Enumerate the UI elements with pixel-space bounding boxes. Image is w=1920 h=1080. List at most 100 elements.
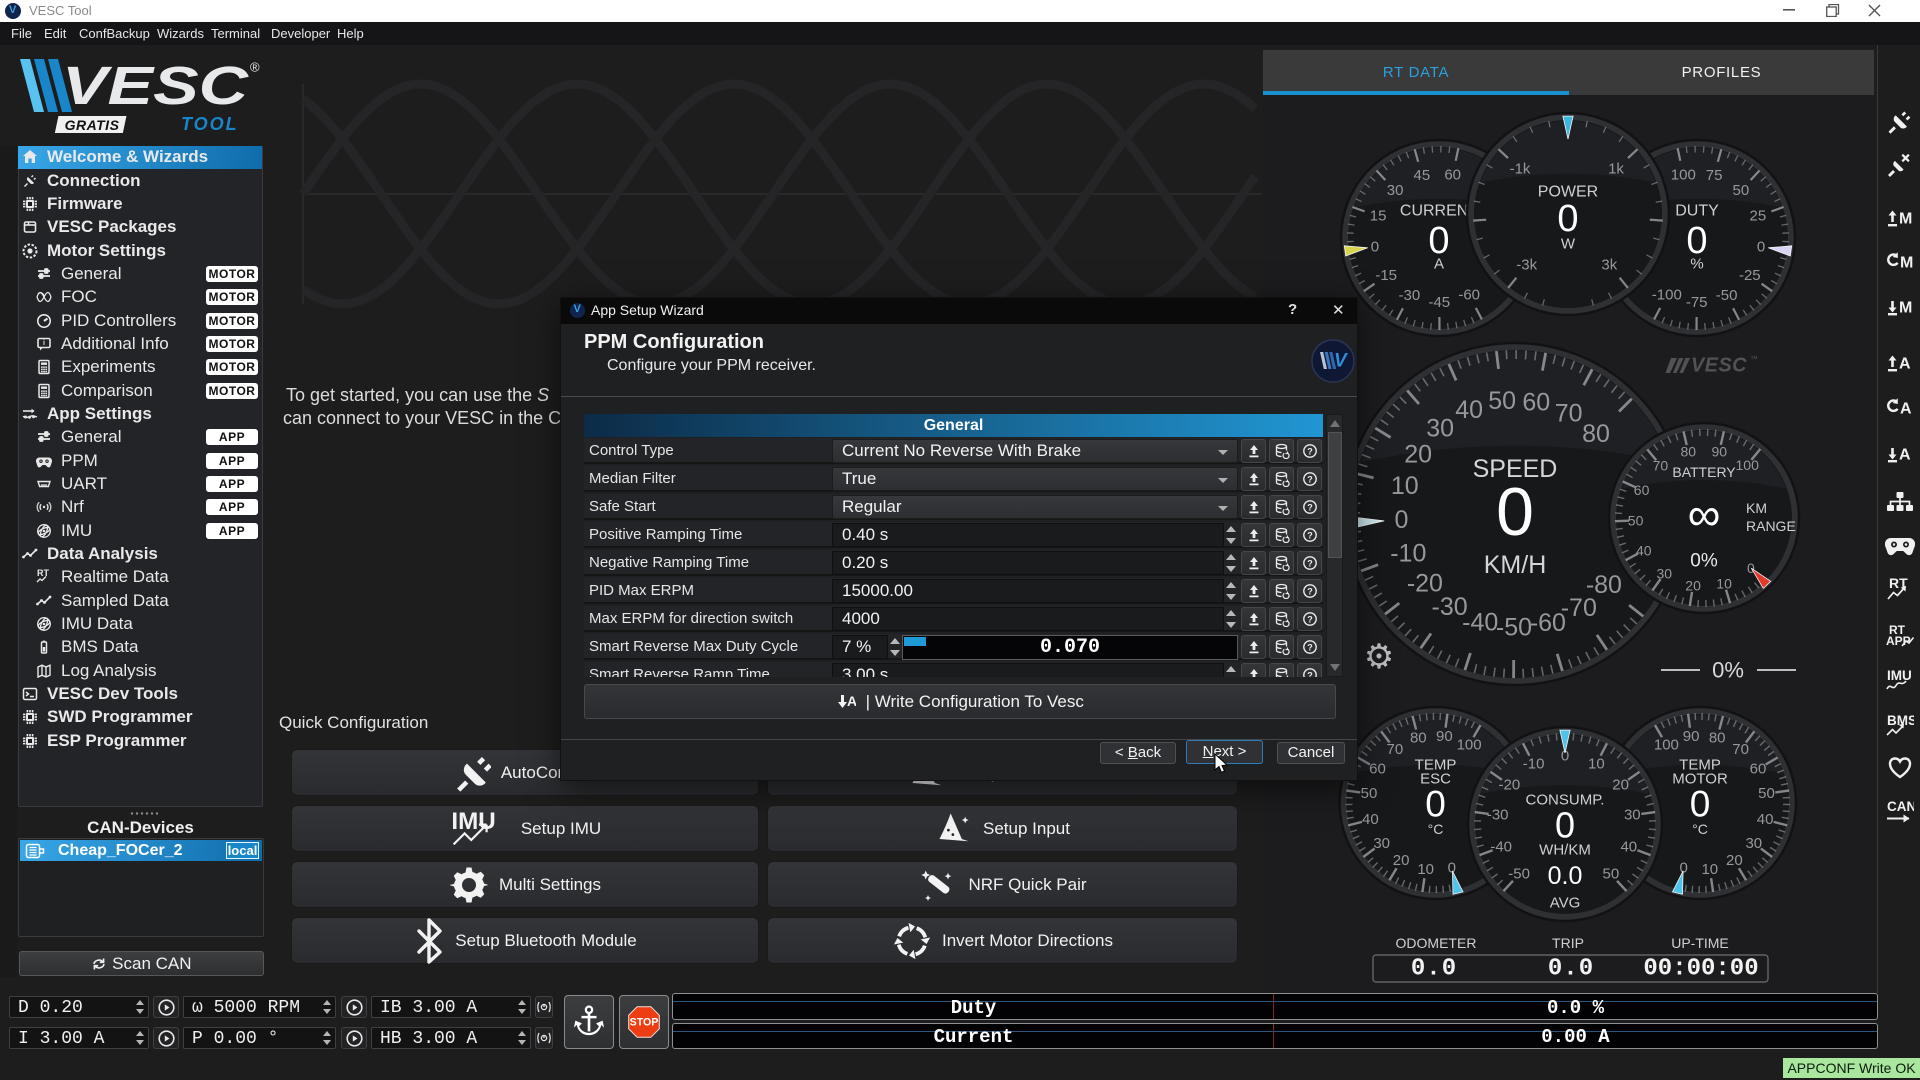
svg-text:45: 45 — [1414, 167, 1431, 184]
svg-text:-10: -10 — [1390, 540, 1426, 568]
svg-text:-60: -60 — [1458, 287, 1480, 304]
svg-text:-50: -50 — [1508, 866, 1530, 883]
svg-text:0: 0 — [1557, 198, 1578, 240]
svg-text:100: 100 — [1654, 736, 1679, 753]
svg-text:75: 75 — [1706, 167, 1723, 184]
svg-text:-20: -20 — [1407, 569, 1443, 597]
svg-text:0.0: 0.0 — [1411, 956, 1457, 983]
svg-text:?: ? — [1307, 643, 1313, 653]
svg-text:?: ? — [1307, 475, 1313, 485]
svg-text:50: 50 — [1733, 182, 1750, 199]
svg-text:40: 40 — [1362, 811, 1379, 828]
svg-text:70: 70 — [1387, 741, 1404, 758]
svg-text:0: 0 — [1747, 560, 1755, 576]
svg-text:-30: -30 — [1487, 807, 1509, 824]
svg-text:-10: -10 — [1523, 755, 1545, 772]
svg-text:IMU: IMU — [1887, 669, 1912, 683]
svg-text:-1k: -1k — [1510, 161, 1531, 178]
svg-text:70: 70 — [1653, 457, 1669, 473]
svg-text:90: 90 — [1683, 728, 1700, 745]
svg-text:AVG: AVG — [1550, 895, 1581, 912]
svg-text:100: 100 — [1736, 457, 1760, 473]
svg-text:GRATIS: GRATIS — [65, 117, 120, 133]
svg-text:20: 20 — [1685, 578, 1701, 594]
svg-text:30: 30 — [1426, 414, 1454, 442]
svg-text:20: 20 — [1404, 440, 1432, 468]
svg-text:0: 0 — [1371, 238, 1379, 255]
svg-text:-60: -60 — [1530, 609, 1566, 637]
svg-text:∞: ∞ — [1688, 488, 1721, 540]
svg-text:-100: -100 — [1652, 287, 1682, 304]
svg-text:0.0: 0.0 — [1548, 956, 1594, 983]
svg-text:KM/H: KM/H — [1484, 551, 1547, 579]
svg-text:A: A — [847, 693, 856, 709]
svg-text:80: 80 — [1681, 443, 1697, 459]
svg-text:0: 0 — [1394, 506, 1408, 534]
svg-text:0.0: 0.0 — [1548, 862, 1583, 890]
svg-text:30: 30 — [1373, 835, 1390, 852]
svg-text:25: 25 — [1750, 208, 1767, 225]
svg-text:40: 40 — [1636, 542, 1652, 558]
svg-text:-40: -40 — [1490, 839, 1512, 856]
svg-text:-45: -45 — [1428, 294, 1450, 311]
svg-text:0%: 0% — [1690, 551, 1718, 572]
svg-text:1k: 1k — [1608, 161, 1624, 178]
svg-text:60: 60 — [1444, 166, 1461, 183]
svg-text:0: 0 — [1425, 784, 1446, 825]
svg-text:60: 60 — [1750, 761, 1767, 778]
svg-text:0%: 0% — [1712, 658, 1744, 683]
svg-text:10: 10 — [1588, 755, 1605, 772]
svg-text:80: 80 — [1582, 420, 1610, 448]
svg-text:20: 20 — [1393, 852, 1410, 869]
svg-text:0: 0 — [1690, 784, 1711, 825]
svg-text:WH/KM: WH/KM — [1539, 842, 1591, 859]
svg-text:-50: -50 — [1716, 287, 1738, 304]
svg-text:?: ? — [1307, 559, 1313, 569]
svg-text:STOP: STOP — [630, 1016, 659, 1028]
svg-text:10: 10 — [1716, 575, 1732, 591]
svg-text:10: 10 — [1701, 861, 1718, 878]
svg-text:0: 0 — [1555, 805, 1575, 846]
svg-text:20: 20 — [1612, 777, 1629, 794]
svg-text:A: A — [1900, 401, 1912, 418]
svg-text:40: 40 — [1455, 396, 1483, 424]
svg-text:A: A — [1899, 356, 1911, 373]
svg-text:RANGE: RANGE — [1746, 518, 1796, 534]
svg-text:3k: 3k — [1601, 257, 1617, 274]
svg-text:30: 30 — [1745, 835, 1762, 852]
svg-text:30: 30 — [1624, 807, 1641, 824]
svg-text:⚙: ⚙ — [1364, 638, 1394, 676]
svg-text:40: 40 — [1620, 839, 1637, 856]
svg-text:0: 0 — [1448, 860, 1456, 877]
svg-text:70: 70 — [1732, 741, 1749, 758]
svg-text:RT: RT — [37, 569, 49, 578]
svg-text:ODOMETER: ODOMETER — [1396, 935, 1477, 951]
svg-text:60: 60 — [1522, 388, 1550, 416]
svg-text:?: ? — [1307, 587, 1313, 597]
svg-text:90: 90 — [1712, 443, 1728, 459]
svg-text:UP-TIME: UP-TIME — [1671, 935, 1729, 951]
svg-text:-75: -75 — [1686, 294, 1708, 311]
svg-text:VESC: VESC — [62, 57, 249, 116]
svg-text:90: 90 — [1436, 728, 1453, 745]
svg-text:0: 0 — [1757, 238, 1765, 255]
svg-text:®: ® — [250, 60, 260, 75]
svg-text:M: M — [1900, 255, 1913, 272]
svg-text:°C: °C — [1428, 821, 1444, 837]
svg-text:-3k: -3k — [1516, 257, 1537, 274]
svg-text:?: ? — [1307, 531, 1313, 541]
svg-text:10: 10 — [1391, 472, 1419, 500]
svg-text:0: 0 — [1496, 474, 1534, 550]
svg-text:60: 60 — [1634, 482, 1650, 498]
svg-text:W: W — [1561, 236, 1576, 253]
svg-text:50: 50 — [1628, 512, 1644, 528]
svg-text:80: 80 — [1709, 730, 1726, 747]
svg-text:20: 20 — [1726, 852, 1743, 869]
svg-text:10: 10 — [1417, 861, 1434, 878]
svg-text:A: A — [1434, 256, 1444, 273]
svg-text:50: 50 — [1603, 866, 1620, 883]
svg-text:?: ? — [1307, 671, 1313, 677]
svg-text:60: 60 — [1369, 761, 1386, 778]
svg-text:TRIP: TRIP — [1552, 935, 1584, 951]
svg-text:-20: -20 — [1499, 777, 1521, 794]
